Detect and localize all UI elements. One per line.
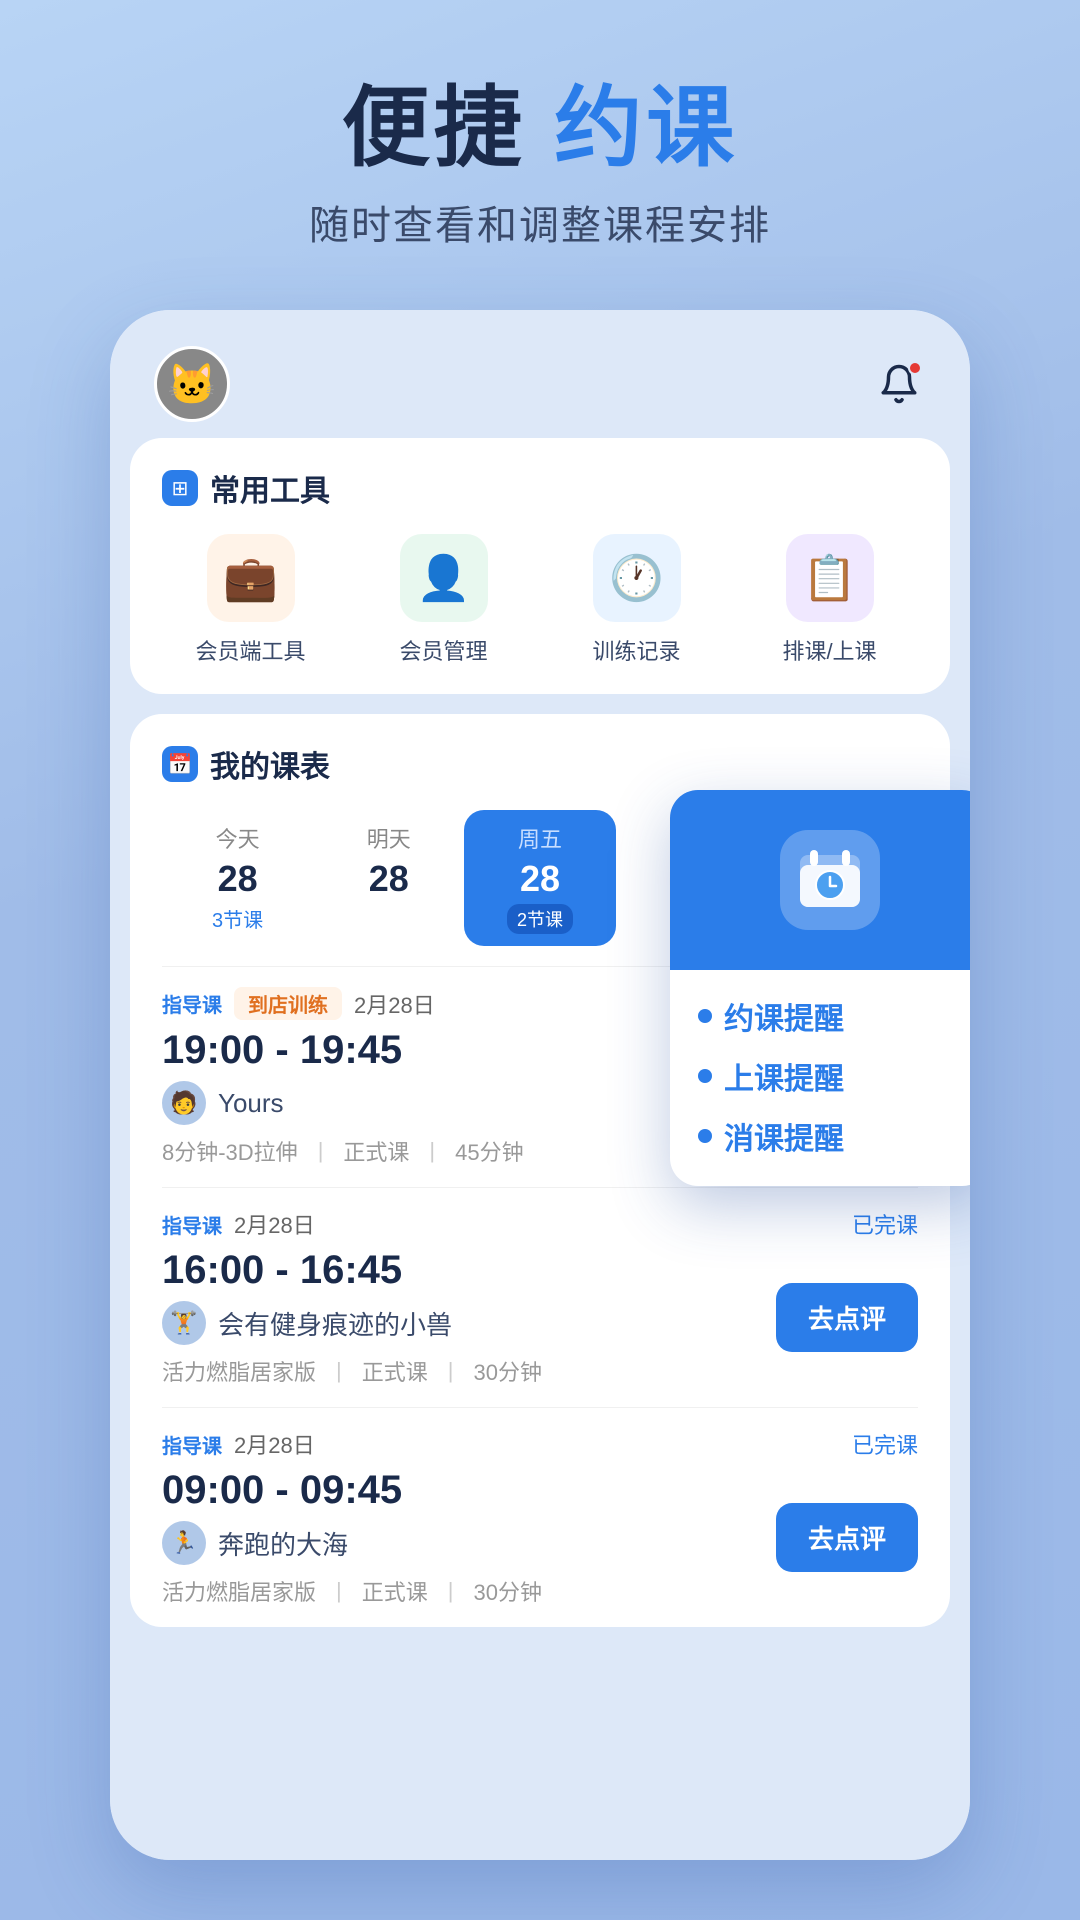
- schedule-header: 📅 我的课表: [162, 742, 918, 786]
- class-tag-guide-1: 指导课: [162, 989, 222, 1018]
- popup-item-cancel-label: 消课提醒: [724, 1114, 844, 1158]
- class-detail-2: 活力燃脂居家版 | 正式课 | 30分钟: [162, 1355, 542, 1387]
- reminder-popup: 约课提醒 上课提醒 消课提醒: [670, 790, 970, 1186]
- day-friday[interactable]: 周五 28 2节课: [464, 810, 615, 946]
- hero-title-part1: 便捷: [342, 78, 526, 177]
- phone-inner: 🐱 ⊞ 常用工具 💼 会员端工具 👤: [110, 310, 970, 1860]
- hero-section: 便捷 约课 随时查看和调整课程安排: [0, 80, 1080, 251]
- trainer-avatar-2: 🏋: [162, 1301, 206, 1345]
- tool-item-member-manage[interactable]: 👤 会员管理: [355, 534, 532, 666]
- class-meta-3: 指导课 2月28日 已完课: [162, 1428, 918, 1460]
- trainer-name-1: Yours: [218, 1088, 284, 1119]
- tools-card: ⊞ 常用工具 💼 会员端工具 👤 会员管理 🕐 训练记录 📋: [130, 438, 950, 694]
- schedule-icon: 📅: [162, 746, 198, 782]
- dot-booking: [698, 1009, 712, 1023]
- class-time-2: 16:00 - 16:45: [162, 1248, 542, 1293]
- day-name-today: 今天: [216, 822, 260, 854]
- class-tag-store-1: 到店训练: [234, 987, 342, 1020]
- sep1: |: [318, 1138, 324, 1164]
- day-name-tomorrow: 明天: [367, 822, 411, 854]
- day-num-friday: 28: [520, 858, 560, 900]
- tool-label-schedule: 排课/上课: [782, 634, 876, 666]
- dot-cancel: [698, 1129, 712, 1143]
- popup-item-class-label: 上课提醒: [724, 1054, 844, 1098]
- class-date-3: 2月28日: [234, 1428, 315, 1460]
- day-tomorrow[interactable]: 明天 28: [313, 810, 464, 946]
- tool-item-schedule[interactable]: 📋 排课/上课: [741, 534, 918, 666]
- tools-header: ⊞ 常用工具: [162, 466, 918, 510]
- day-name-friday: 周五: [518, 822, 562, 854]
- hero-title: 便捷 约课: [0, 80, 1080, 177]
- class-date-1: 2月28日: [354, 988, 435, 1020]
- class-item-2: 指导课 2月28日 已完课 16:00 - 16:45 🏋 会有健身痕迹的小兽 …: [162, 1187, 918, 1407]
- class-detail-type: 正式课: [343, 1135, 409, 1167]
- day-lessons-friday: 2节课: [507, 904, 573, 934]
- day-today[interactable]: 今天 28 3节课: [162, 810, 313, 946]
- tool-label-member-tools: 会员端工具: [195, 634, 305, 666]
- tools-grid: 💼 会员端工具 👤 会员管理 🕐 训练记录 📋 排课/上课: [162, 534, 918, 666]
- trainer-avatar-3: 🏃: [162, 1521, 206, 1565]
- class-tag-guide-3: 指导课: [162, 1430, 222, 1459]
- class-detail-3: 活力燃脂居家版 | 正式课 | 30分钟: [162, 1575, 542, 1607]
- class-detail3-warm: 活力燃脂居家版: [162, 1575, 316, 1607]
- review-button-2[interactable]: 去点评: [776, 1283, 918, 1352]
- popup-item-class: 上课提醒: [698, 1054, 962, 1098]
- tool-icon-member-tools: 💼: [207, 534, 295, 622]
- class-done-3: 已完课: [852, 1428, 918, 1460]
- day-num-today: 28: [218, 858, 258, 900]
- class-detail-duration: 45分钟: [455, 1135, 523, 1167]
- tools-icon: ⊞: [162, 470, 198, 506]
- popup-calendar-icon: [780, 830, 880, 930]
- phone-mockup: 🐱 ⊞ 常用工具 💼 会员端工具 👤: [110, 310, 970, 1860]
- class-detail-warm: 8分钟-3D拉伸: [162, 1135, 298, 1167]
- class-row-right-2: 16:00 - 16:45 🏋 会有健身痕迹的小兽 活力燃脂居家版 | 正式课 …: [162, 1248, 918, 1387]
- tool-icon-schedule: 📋: [786, 534, 874, 622]
- tool-label-training-record: 训练记录: [592, 634, 680, 666]
- class-detail3-dur: 30分钟: [473, 1575, 541, 1607]
- dot-class: [698, 1069, 712, 1083]
- popup-item-cancel: 消课提醒: [698, 1114, 962, 1158]
- sep2: |: [429, 1138, 435, 1164]
- popup-item-booking-label: 约课提醒: [724, 994, 844, 1038]
- class-time-3: 09:00 - 09:45: [162, 1468, 542, 1513]
- review-button-3[interactable]: 去点评: [776, 1503, 918, 1572]
- hero-title-accent: 约课: [554, 78, 738, 177]
- day-num-tomorrow: 28: [369, 858, 409, 900]
- class-row-right-3: 09:00 - 09:45 🏃 奔跑的大海 活力燃脂居家版 | 正式课 | 30…: [162, 1468, 918, 1607]
- tool-label-member-manage: 会员管理: [399, 634, 487, 666]
- tool-icon-member-manage: 👤: [400, 534, 488, 622]
- trainer-name-3: 奔跑的大海: [218, 1525, 348, 1562]
- class-detail2-type: 正式课: [362, 1355, 428, 1387]
- phone-header: 🐱: [110, 310, 970, 438]
- schedule-title: 我的课表: [210, 742, 330, 786]
- class-detail2-warm: 活力燃脂居家版: [162, 1355, 316, 1387]
- class-item-3: 指导课 2月28日 已完课 09:00 - 09:45 🏃 奔跑的大海 活力燃脂…: [162, 1407, 918, 1627]
- class-detail3-type: 正式课: [362, 1575, 428, 1607]
- notification-bell[interactable]: [872, 357, 926, 411]
- class-detail2-dur: 30分钟: [473, 1355, 541, 1387]
- hero-subtitle: 随时查看和调整课程安排: [0, 193, 1080, 251]
- trainer-name-2: 会有健身痕迹的小兽: [218, 1305, 452, 1342]
- trainer-avatar-1: 🧑: [162, 1081, 206, 1125]
- class-meta-2: 指导课 2月28日 已完课: [162, 1208, 918, 1240]
- popup-header: [670, 790, 970, 970]
- class-done-2: 已完课: [852, 1208, 918, 1240]
- popup-item-booking: 约课提醒: [698, 994, 962, 1038]
- class-trainer-3: 🏃 奔跑的大海: [162, 1521, 542, 1565]
- tool-icon-training-record: 🕐: [593, 534, 681, 622]
- notification-dot: [908, 361, 922, 375]
- tools-title: 常用工具: [210, 466, 330, 510]
- class-tag-guide-2: 指导课: [162, 1210, 222, 1239]
- avatar[interactable]: 🐱: [154, 346, 230, 422]
- class-trainer-2: 🏋 会有健身痕迹的小兽: [162, 1301, 542, 1345]
- tool-item-member-tools[interactable]: 💼 会员端工具: [162, 534, 339, 666]
- day-lessons-today: 3节课: [212, 904, 263, 933]
- class-date-2: 2月28日: [234, 1208, 315, 1240]
- tool-item-training-record[interactable]: 🕐 训练记录: [548, 534, 725, 666]
- popup-body: 约课提醒 上课提醒 消课提醒: [670, 970, 970, 1186]
